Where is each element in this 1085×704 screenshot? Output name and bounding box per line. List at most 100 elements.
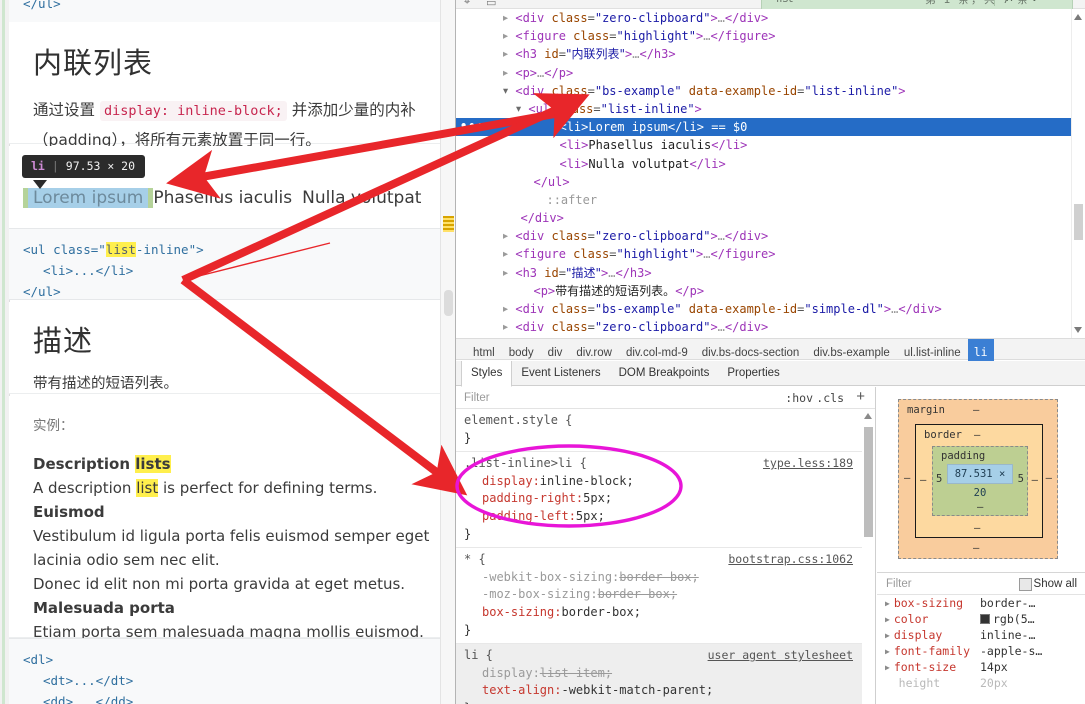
style-rule[interactable]: element.style {} <box>456 409 875 453</box>
dom-node[interactable]: ::after <box>456 191 1085 209</box>
border-top-value[interactable]: – <box>974 429 980 441</box>
show-all-checkbox[interactable] <box>1019 578 1032 591</box>
css-value[interactable]: inline-block; <box>540 474 634 488</box>
css-declaration[interactable]: padding-right: 5px; <box>464 490 867 508</box>
css-property[interactable]: display: <box>464 473 540 491</box>
css-declaration[interactable]: box-sizing: border-box; <box>464 604 867 622</box>
computed-property-row[interactable]: ▶ font-size 14px <box>877 659 1085 675</box>
border-bottom-value[interactable]: – <box>974 522 980 534</box>
rule-source-link[interactable]: bootstrap.css:1062 <box>728 551 853 569</box>
expand-triangle-icon[interactable]: ▶ <box>885 596 894 612</box>
css-value[interactable]: list-item; <box>540 666 612 680</box>
rule-selector[interactable]: element.style { <box>464 412 867 430</box>
list-item[interactable]: Nulla volutpat <box>297 188 426 208</box>
css-declaration[interactable]: display: list-item; <box>464 665 867 683</box>
css-property[interactable]: display: <box>464 665 540 683</box>
dom-node[interactable]: ▼ <div class="bs-example" data-example-i… <box>456 82 1085 100</box>
padding-right-value[interactable]: 5 <box>1018 473 1024 485</box>
find-prev-button[interactable]: ∧ <box>1005 0 1014 4</box>
list-item[interactable]: Phasellus iaculis <box>148 188 297 208</box>
rule-source-link[interactable]: user agent stylesheet <box>708 647 853 665</box>
dom-scrollbar-thumb[interactable] <box>1074 204 1083 240</box>
scroll-up-arrow-icon[interactable] <box>1074 14 1082 20</box>
margin-left-value[interactable]: – <box>904 472 910 484</box>
css-value[interactable]: 5px; <box>583 491 612 505</box>
node-menu-icon[interactable]: ••• <box>460 117 485 135</box>
dom-node[interactable]: ▶ <figure class="highlight">…</figure> <box>456 27 1085 45</box>
border-left-value[interactable]: – <box>920 474 926 486</box>
hov-toggle-button[interactable]: :hov <box>785 387 813 409</box>
style-rule[interactable]: li {user agent stylesheet display: list-i… <box>456 644 875 704</box>
dom-node-selected[interactable]: ••• <li>Lorem ipsum</li> == $0 <box>456 117 1085 137</box>
expand-triangle-icon[interactable]: ▶ <box>503 319 508 337</box>
css-property[interactable]: padding-left: <box>464 508 576 526</box>
dom-node[interactable]: <li>Phasellus iaculis</li> <box>456 136 1085 154</box>
styles-scrollbar-thumb[interactable] <box>864 427 873 537</box>
tab-dom-breakpoints[interactable]: DOM Breakpoints <box>610 361 719 386</box>
rule-source-link[interactable]: type.less:189 <box>763 455 853 473</box>
box-model-content[interactable]: 87.531 × 20 <box>947 464 1013 499</box>
style-rule[interactable]: * {bootstrap.css:1062 -webkit-box-sizing:… <box>456 548 875 645</box>
styles-filter-input[interactable]: Filter <box>464 392 490 404</box>
css-value[interactable]: border-box; <box>561 605 640 619</box>
dom-tree[interactable]: ▶ <div class="zero-clipboard">…</div> ▶ <… <box>456 9 1085 338</box>
dom-node[interactable]: </div> <box>456 209 1085 227</box>
expand-triangle-icon[interactable]: ▶ <box>503 246 508 264</box>
breadcrumb[interactable]: html body div div.row div.col-md-9 div.bs-doc… <box>456 338 1085 365</box>
expand-triangle-icon[interactable]: ▶ <box>503 46 508 64</box>
css-value[interactable]: border-box; <box>598 587 677 601</box>
box-model-diagram[interactable]: margin – – – – border – – – – padding 5 … <box>877 387 1085 573</box>
margin-right-value[interactable]: – <box>1046 472 1052 484</box>
expand-triangle-icon[interactable]: ▶ <box>503 28 508 46</box>
tab-event-listeners[interactable]: Event Listeners <box>512 361 609 386</box>
expand-triangle-icon[interactable]: ▶ <box>885 660 894 676</box>
css-declaration[interactable]: text-align: -webkit-match-parent; <box>464 682 867 700</box>
computed-property-row[interactable]: ▶ display inline-… <box>877 627 1085 643</box>
dom-node[interactable]: ▶ <div class="zero-clipboard">…</div> <box>456 227 1085 245</box>
cls-toggle-button[interactable]: .cls <box>816 387 844 409</box>
find-next-button[interactable]: ∨ <box>1030 0 1039 4</box>
find-close-icon[interactable]: ✕ <box>1052 0 1064 5</box>
css-property[interactable]: -moz-box-sizing: <box>464 586 598 604</box>
css-property[interactable]: text-align: <box>464 682 561 700</box>
css-declaration[interactable]: display: inline-block; <box>464 473 867 491</box>
styles-filter-row[interactable]: Filter :hov .cls + <box>456 387 875 409</box>
page-scrollbar[interactable] <box>440 0 455 704</box>
margin-top-value[interactable]: – <box>973 404 979 416</box>
dom-node[interactable]: ▼ <ul class="list-inline"> <box>456 100 1085 118</box>
computed-filter-input[interactable]: Filter <box>886 578 912 590</box>
expand-triangle-icon[interactable]: ▶ <box>503 64 508 82</box>
collapse-triangle-icon[interactable]: ▼ <box>516 100 521 118</box>
style-rule[interactable]: .list-inline>li {type.less:189 display: i… <box>456 452 875 549</box>
expand-triangle-icon[interactable]: ▶ <box>885 644 894 660</box>
dom-node[interactable]: ▶ <h3 id="描述">…</h3> <box>456 264 1085 282</box>
border-right-value[interactable]: – <box>1032 474 1038 486</box>
computed-property-row[interactable]: ▶ box-sizing border-… <box>877 595 1085 611</box>
box-model-padding[interactable]: padding 5 5 – 87.531 × 20 <box>932 446 1028 516</box>
color-swatch-icon[interactable] <box>980 614 990 624</box>
css-declaration[interactable]: -moz-box-sizing: border-box; <box>464 586 867 604</box>
show-all-label[interactable]: Show all <box>1034 573 1077 595</box>
dom-node[interactable]: ▶ <div class="bs-example" data-example-i… <box>456 300 1085 318</box>
margin-bottom-value[interactable]: – <box>973 542 979 554</box>
dom-node[interactable]: ▶ <h3 id="内联列表">…</h3> <box>456 45 1085 63</box>
dom-node[interactable]: <li>Nulla volutpat</li> <box>456 155 1085 173</box>
padding-left-value[interactable]: 5 <box>936 473 942 485</box>
computed-property-row[interactable]: ▶ font-family -apple-s… <box>877 643 1085 659</box>
css-property[interactable]: box-sizing: <box>464 604 561 622</box>
expand-triangle-icon[interactable]: ▶ <box>503 301 508 319</box>
expand-triangle-icon[interactable]: ▶ <box>885 612 894 628</box>
inspect-element-icon[interactable]: ⌖ <box>464 0 470 8</box>
computed-filter-row[interactable]: Filter Show all <box>877 573 1085 595</box>
scroll-down-arrow-icon[interactable] <box>1074 327 1082 333</box>
devtools-sidebar-tabs[interactable]: Styles Event Listeners DOM Breakpoints Prop… <box>456 361 1085 387</box>
find-query-text[interactable]: list <box>776 0 793 5</box>
dom-node[interactable]: </ul> <box>456 173 1085 191</box>
dom-tree-scrollbar[interactable] <box>1071 9 1085 338</box>
tab-styles[interactable]: Styles <box>461 361 513 387</box>
expand-triangle-icon[interactable]: ▶ <box>503 228 508 246</box>
css-property[interactable]: padding-right: <box>464 490 583 508</box>
list-item-selected[interactable]: Lorem ipsum <box>28 188 149 208</box>
box-model-border[interactable]: border – – – – padding 5 5 – 87.531 × 20 <box>915 424 1043 538</box>
dom-node[interactable]: <p>带有描述的短语列表。</p> <box>456 282 1085 300</box>
